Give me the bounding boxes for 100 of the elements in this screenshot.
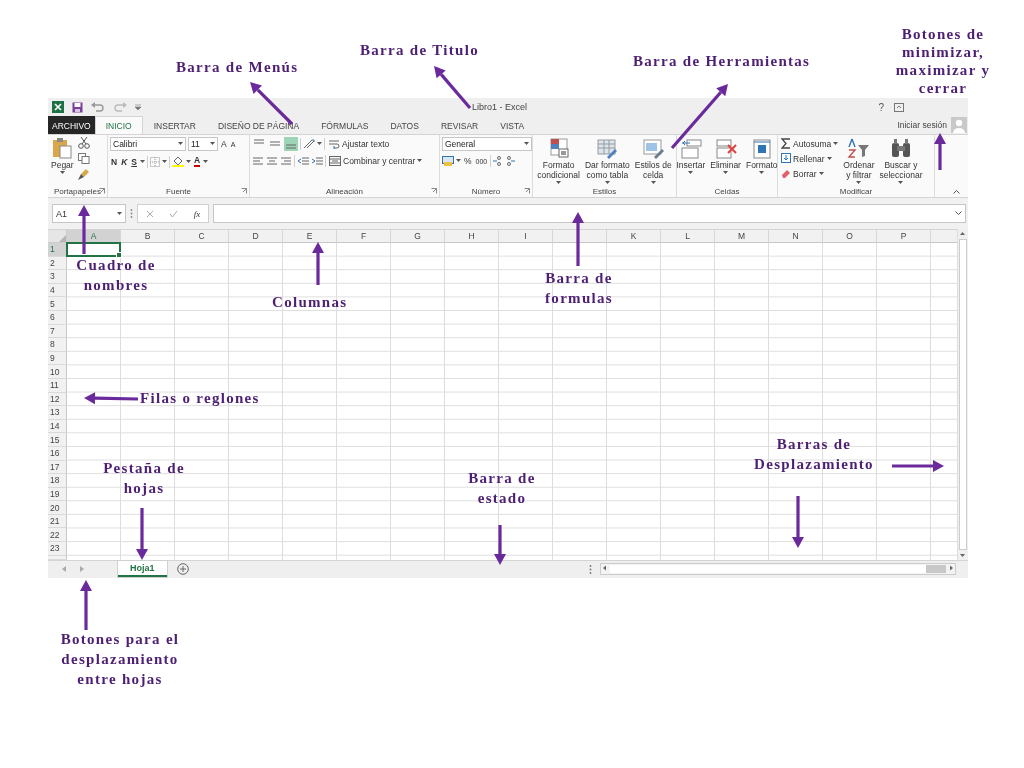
ribbon-button[interactable]: Autosuma [780,137,840,150]
caret-icon[interactable] [818,171,824,176]
column-header[interactable]: K [607,230,661,243]
increase-indent-icon[interactable] [311,156,323,166]
ribbon-button[interactable]: Dar formato como tabla [583,137,631,185]
text-orientation-icon[interactable] [303,139,315,149]
customize-caret-icon[interactable] [135,104,141,110]
caret-icon[interactable] [456,159,461,163]
caret-icon[interactable] [650,181,656,185]
caret-icon[interactable] [759,171,765,175]
ribbon-tab[interactable]: VISTA [489,116,536,134]
ribbon-display-icon[interactable] [894,102,904,112]
sheet-tab[interactable]: Hoja1 [118,561,167,578]
ribbon-button[interactable]: Buscar y seleccionar [878,137,924,185]
caret-icon[interactable] [556,181,562,185]
ribbon-tab[interactable]: FÓRMULAS [310,116,380,134]
caret-icon[interactable] [185,159,191,164]
dialog-launcher-icon[interactable] [524,188,530,194]
caret-icon[interactable] [203,159,209,164]
caret-icon[interactable] [524,142,529,146]
column-header[interactable]: D [229,230,283,243]
ribbon-button[interactable]: Formato condicional [536,137,581,185]
column-header[interactable]: N [769,230,823,243]
ribbon-button[interactable]: Borrar [780,167,840,180]
ribbon-tab[interactable]: INICIO [94,116,143,134]
caret-icon[interactable] [833,141,839,146]
font-color-button[interactable]: A [192,155,202,168]
collapse-ribbon-icon[interactable] [953,189,960,194]
caret-icon[interactable] [139,159,145,164]
new-sheet-icon[interactable] [176,563,189,576]
caret-icon[interactable] [898,181,904,185]
decrease-decimal-icon[interactable] [505,156,516,166]
caret-icon[interactable] [856,181,862,185]
spreadsheet-app-icon[interactable] [52,101,64,113]
increase-decimal-icon[interactable] [493,156,504,166]
scroll-thumb[interactable] [959,239,967,550]
column-header[interactable]: F [337,230,391,243]
bold-button[interactable]: N [110,155,119,168]
dialog-launcher-icon[interactable] [431,188,437,194]
vertical-scrollbar[interactable] [957,229,968,560]
file-tab[interactable]: ARCHIVO [48,116,95,134]
caret-icon[interactable] [604,181,610,185]
insert-function-button[interactable]: fx [193,208,201,219]
decrease-indent-icon[interactable] [297,156,309,166]
row-header[interactable]: 8 [48,338,67,352]
column-header[interactable]: H [445,230,499,243]
scroll-thumb[interactable] [610,565,946,574]
font-dropdown[interactable]: Calibri [110,137,186,151]
column-header[interactable] [553,230,607,243]
ribbon-button[interactable]: Eliminar [709,137,742,185]
caret-icon[interactable] [723,171,729,175]
cut-icon[interactable] [77,137,90,149]
column-header[interactable]: C [175,230,229,243]
italic-button[interactable]: K [120,155,129,168]
ribbon-button[interactable]: Ordenar y filtrar [842,137,876,185]
caret-icon[interactable] [417,159,423,163]
caret-icon[interactable] [688,171,694,175]
column-header[interactable]: I [499,230,553,243]
selected-cell[interactable] [66,242,121,257]
caret-icon[interactable] [210,142,215,146]
row-header[interactable]: 18 [48,474,67,488]
ribbon-tab[interactable]: DISEÑO DE PÁGINA [206,116,311,134]
column-header[interactable]: O [823,230,877,243]
column-header[interactable]: G [391,230,445,243]
row-header[interactable]: 22 [48,528,67,543]
column-header[interactable]: M [715,230,769,243]
ribbon-tab[interactable]: INSERTAR [142,116,207,134]
row-header[interactable]: 5 [48,297,67,311]
merge-center-button[interactable]: Combinar y centrar [328,155,424,167]
ribbon-button[interactable]: Estilos de celda [633,137,673,185]
name-box[interactable]: A1 [52,204,126,223]
underline-button[interactable]: S [130,155,138,168]
ribbon-button[interactable]: Insertar [675,137,707,185]
grip-icon[interactable] [130,209,133,218]
copy-icon[interactable] [77,153,90,164]
percent-button[interactable]: % [463,155,473,167]
row-header[interactable]: 3 [48,270,67,284]
column-header[interactable]: E [283,230,337,243]
format-painter-icon[interactable] [77,168,90,180]
grow-font-button[interactable]: A [220,138,228,150]
sign-in-link[interactable]: Iniciar sesión [897,120,947,130]
caret-icon[interactable] [178,142,183,146]
fill-color-icon[interactable] [171,156,184,167]
save-icon[interactable] [72,101,83,113]
dialog-launcher-icon[interactable] [99,188,105,194]
formula-input[interactable] [213,204,966,223]
row-header[interactable]: 10 [48,365,67,379]
row-header[interactable]: 15 [48,433,67,447]
paste-button[interactable]: Pegar [50,137,75,185]
caret-icon[interactable] [117,211,122,216]
expand-caret-icon[interactable] [955,211,962,216]
ribbon-button[interactable]: Rellenar [780,152,840,165]
dialog-launcher-icon[interactable] [241,188,247,194]
caret-icon[interactable] [826,156,832,161]
currency-icon[interactable] [442,156,454,166]
grip-icon[interactable] [589,564,592,574]
ribbon-tab[interactable]: REVISAR [429,116,490,134]
help-button[interactable]: ? [878,101,884,113]
number-format-dropdown[interactable]: General [442,137,532,151]
font-size-dropdown[interactable]: 11 [188,137,218,151]
